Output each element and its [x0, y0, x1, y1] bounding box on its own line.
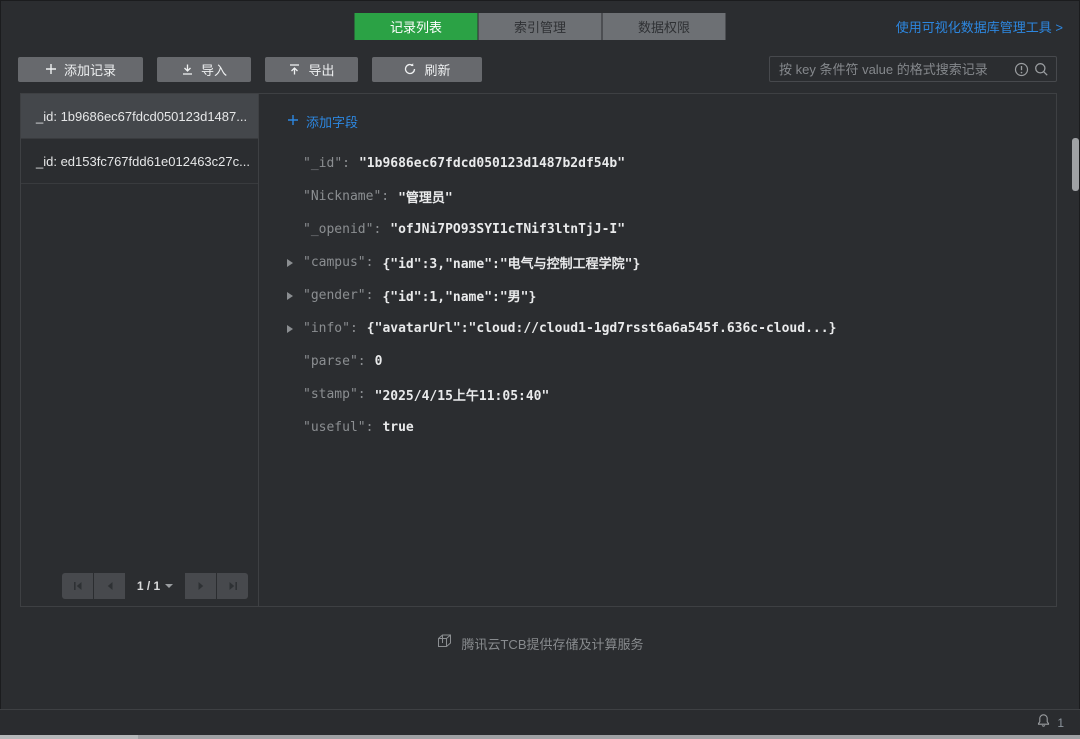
field-value: "管理员": [398, 187, 453, 206]
add-field-button[interactable]: 添加字段: [287, 112, 358, 131]
first-page-button[interactable]: [62, 573, 93, 599]
content-panel: _id: 1b9686ec67fdcd050123d1487... _id: e…: [20, 93, 1057, 607]
tab[interactable]: 记录列表: [355, 13, 478, 40]
footer: 腾讯云TCB提供存储及计算服务: [0, 631, 1080, 655]
field-key: useful: [303, 420, 373, 435]
record-list-item[interactable]: _id: 1b9686ec67fdcd050123d1487...: [21, 94, 258, 139]
field-value: "1b9686ec67fdcd050123d1487b2df54b": [359, 156, 625, 171]
tab-group: 记录列表 索引管理 数据权限: [355, 13, 726, 40]
field-value: "ofJNi7PO93SYI1cTNif3ltnTjJ-I": [390, 222, 625, 237]
document-fields: _id "1b9686ec67fdcd050123d1487b2df54b" N…: [287, 147, 1056, 444]
tab-label: 索引管理: [514, 17, 566, 36]
field-value: true: [382, 420, 413, 435]
field-key: stamp: [303, 387, 366, 402]
record-list: _id: 1b9686ec67fdcd050123d1487... _id: e…: [21, 94, 259, 606]
chevron-down-icon: [165, 584, 173, 588]
tab-label: 记录列表: [390, 17, 442, 36]
tab[interactable]: 数据权限: [603, 13, 726, 40]
tcb-cube-icon: [436, 633, 453, 653]
footer-text: 腾讯云TCB提供存储及计算服务: [461, 634, 643, 653]
page-label: 1 / 1: [137, 579, 160, 593]
tab-label: 数据权限: [638, 17, 690, 36]
pagination: 1 / 1: [62, 573, 248, 599]
notification-area[interactable]: 1: [1036, 713, 1064, 733]
field-key: _id: [303, 156, 350, 171]
bell-icon: [1036, 713, 1051, 733]
import-button[interactable]: 导入: [157, 57, 251, 82]
search-box: [769, 56, 1057, 82]
search-icons: [1014, 57, 1049, 81]
toolbar-button-group: 添加记录 导入 导出 刷新: [18, 57, 482, 82]
expand-caret-icon[interactable]: [287, 292, 303, 300]
field-key: parse: [303, 354, 366, 369]
field-key: _openid: [303, 222, 381, 237]
document-field-row: useful true: [287, 411, 1056, 444]
last-page-button[interactable]: [217, 573, 248, 599]
document-field-row: stamp "2025/4/15上午11:05:40": [287, 378, 1056, 411]
prev-page-button[interactable]: [94, 573, 125, 599]
document-field-row: _openid "ofJNi7PO93SYI1cTNif3ltnTjJ-I": [287, 213, 1056, 246]
topbar: 记录列表 索引管理 数据权限 使用可视化数据库管理工具 >: [0, 0, 1080, 50]
expand-caret-icon[interactable]: [287, 259, 303, 267]
tab[interactable]: 索引管理: [479, 13, 602, 40]
refresh-icon: [403, 62, 417, 76]
next-page-button[interactable]: [185, 573, 216, 599]
record-list-item[interactable]: _id: ed153fc767fdd61e012463c27c...: [21, 139, 258, 184]
visual-db-tool-link[interactable]: 使用可视化数据库管理工具 >: [896, 17, 1063, 36]
tcb-database-console: 记录列表 索引管理 数据权限 使用可视化数据库管理工具 > 添加记录: [0, 0, 1080, 739]
horizontal-scrollbar-thumb[interactable]: [0, 735, 138, 739]
document-field-row: campus {"id":3,"name":"电气与控制工程学院"}: [287, 246, 1056, 279]
horizontal-scrollbar[interactable]: [0, 735, 1080, 739]
add-record-label: 添加记录: [64, 60, 116, 79]
download-icon: [181, 63, 194, 76]
field-value: 0: [375, 354, 383, 369]
add-field-label: 添加字段: [306, 112, 358, 131]
toolbar: 添加记录 导入 导出 刷新: [18, 56, 1057, 82]
refresh-label: 刷新: [424, 60, 450, 79]
document-field-row: info {"avatarUrl":"cloud://cloud1-1gd7rs…: [287, 312, 1056, 345]
plus-icon: [45, 63, 57, 75]
field-key: Nickname: [303, 189, 389, 204]
statusbar: 1: [0, 709, 1080, 735]
field-value: "2025/4/15上午11:05:40": [375, 385, 550, 404]
notification-count: 1: [1057, 716, 1064, 730]
info-icon[interactable]: [1014, 62, 1029, 77]
document-field-row: gender {"id":1,"name":"男"}: [287, 279, 1056, 312]
record-id-label: _id: ed153fc767fdd61e012463c27c...: [36, 154, 250, 169]
field-key: campus: [303, 255, 373, 270]
expand-caret-icon[interactable]: [287, 325, 303, 333]
field-key: gender: [303, 288, 373, 303]
document-panel: 添加字段 _id "1b9686ec67fdcd050123d1487b2df5…: [259, 94, 1056, 606]
document-field-row: _id "1b9686ec67fdcd050123d1487b2df54b": [287, 147, 1056, 180]
field-value: {"id":3,"name":"电气与控制工程学院"}: [382, 253, 640, 272]
document-field-row: Nickname "管理员": [287, 180, 1056, 213]
field-key: info: [303, 321, 358, 336]
page-selector[interactable]: 1 / 1: [126, 573, 184, 599]
add-record-button[interactable]: 添加记录: [18, 57, 143, 82]
refresh-button[interactable]: 刷新: [372, 57, 482, 82]
upload-icon: [288, 63, 301, 76]
export-button[interactable]: 导出: [265, 57, 358, 82]
field-value: {"avatarUrl":"cloud://cloud1-1gd7rsst6a6…: [367, 321, 837, 336]
field-value: {"id":1,"name":"男"}: [382, 286, 536, 305]
document-field-row: parse 0: [287, 345, 1056, 378]
search-icon[interactable]: [1034, 62, 1049, 77]
import-label: 导入: [201, 60, 227, 79]
export-label: 导出: [308, 60, 334, 79]
plus-icon: [287, 114, 299, 129]
record-id-label: _id: 1b9686ec67fdcd050123d1487...: [36, 109, 247, 124]
vertical-scrollbar-thumb[interactable]: [1072, 138, 1079, 191]
